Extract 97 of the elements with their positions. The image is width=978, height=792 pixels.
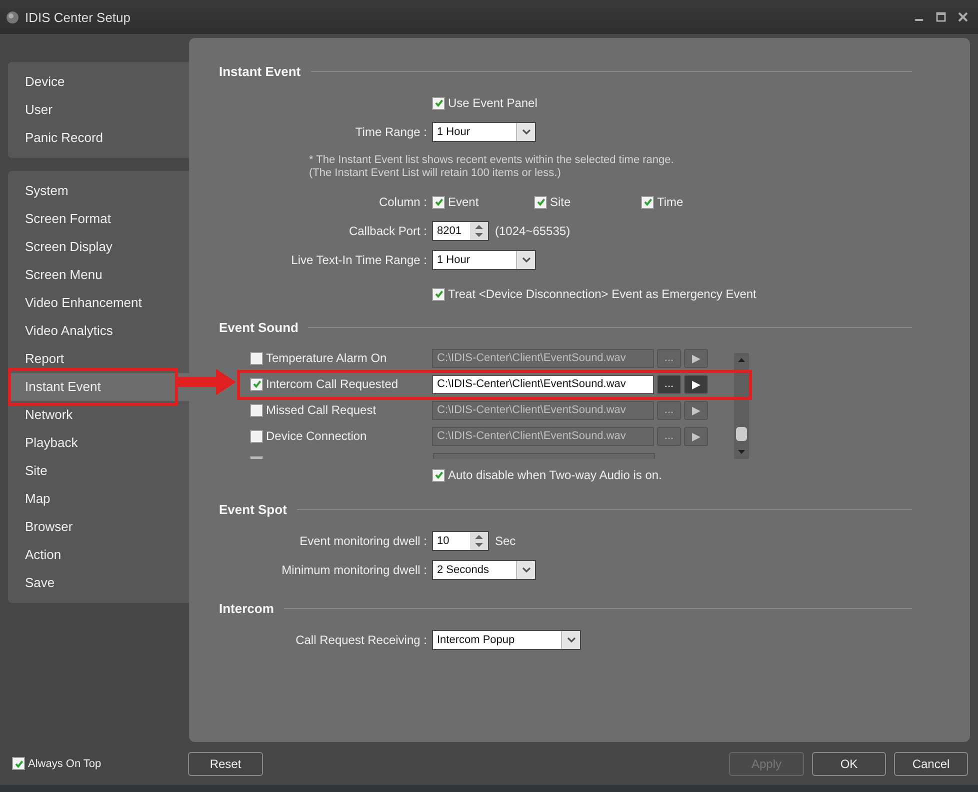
unit-text: Sec <box>495 534 516 548</box>
field-label: Live Text-In Time Range : <box>290 253 427 267</box>
checkbox[interactable] <box>641 196 654 208</box>
sidebar-item[interactable]: Save <box>8 575 189 591</box>
checkmark-icon <box>434 289 444 299</box>
section-title: Intercom <box>219 601 274 616</box>
event-sound-checkbox[interactable]: Temperature Alarm On <box>250 351 432 365</box>
checkmark-icon <box>642 197 652 207</box>
checkbox[interactable] <box>432 196 445 208</box>
dialog-button[interactable]: Reset <box>188 752 263 776</box>
checkbox[interactable] <box>250 430 263 442</box>
sidebar-item[interactable]: Instant Event <box>8 379 189 395</box>
live-text-in-dropdown[interactable]: 1 Hour <box>432 250 536 270</box>
checkmark-icon <box>434 470 444 480</box>
checkbox[interactable] <box>534 196 547 208</box>
scroll-thumb[interactable] <box>736 427 747 441</box>
sidebar-item[interactable]: Screen Display <box>8 239 189 255</box>
chevron-down-icon <box>522 567 530 573</box>
event-sound-checkbox[interactable]: Device Connection <box>250 429 432 443</box>
checkbox[interactable] <box>432 468 445 482</box>
dwell-spinbox[interactable]: 10 <box>432 531 489 551</box>
field-label: Minimum monitoring dwell : <box>280 563 427 577</box>
sound-path-field[interactable]: C:\IDIS-Center\Client\EventSound.wav <box>432 426 654 446</box>
scroll-down-icon[interactable] <box>737 449 746 455</box>
always-on-top-checkbox[interactable]: Always On Top <box>12 757 180 770</box>
use-event-panel-checkbox[interactable]: Use Event Panel <box>432 96 538 110</box>
sidebar-item[interactable]: Playback <box>8 435 189 451</box>
sidebar-item[interactable]: Video Analytics <box>8 323 189 339</box>
close-icon[interactable] <box>958 12 968 22</box>
note-text: * The Instant Event list shows recent events within the selected time range. <box>309 154 675 167</box>
field-label: Column : <box>378 195 427 209</box>
browse-button[interactable]: ... <box>657 348 681 368</box>
sidebar-item[interactable]: User <box>8 102 189 118</box>
column-checkbox[interactable]: Time <box>641 195 743 209</box>
note-text: (The Instant Event List will retain 100 items or less.) <box>309 167 562 180</box>
section-title: Event Spot <box>219 502 287 517</box>
callback-port-spinbox[interactable]: 8201 <box>432 221 489 241</box>
column-checkbox[interactable]: Event <box>432 195 534 209</box>
port-range-text: (1024~65535) <box>495 224 570 238</box>
play-button[interactable]: ▶ <box>684 348 708 368</box>
checkmark-icon <box>14 758 24 768</box>
sidebar-item[interactable]: Site <box>8 463 189 479</box>
section-title: Instant Event <box>219 64 301 79</box>
browse-button[interactable]: ... <box>657 374 681 394</box>
min-dwell-dropdown[interactable]: 2 Seconds <box>432 560 536 580</box>
play-button[interactable]: ▶ <box>684 400 708 420</box>
call-request-dropdown[interactable]: Intercom Popup <box>432 630 581 650</box>
sidebar-item[interactable]: Device <box>8 74 189 90</box>
dialog-button[interactable]: Cancel <box>894 752 968 776</box>
event-sound-checkbox[interactable]: Missed Call Request <box>250 403 432 417</box>
auto-disable-checkbox[interactable]: Auto disable when Two-way Audio is on. <box>432 468 662 482</box>
checkmark-icon <box>536 197 546 207</box>
checkbox[interactable] <box>250 352 263 364</box>
checkbox[interactable] <box>12 757 25 770</box>
play-button[interactable]: ▶ <box>684 374 708 394</box>
checkbox[interactable] <box>432 288 445 300</box>
checkmark-icon <box>252 379 262 389</box>
sidebar-item[interactable]: Screen Format <box>8 211 189 227</box>
window-title: IDIS Center Setup <box>25 10 130 24</box>
checkbox[interactable] <box>250 378 263 390</box>
scrollbar[interactable] <box>734 353 749 459</box>
dialog-button[interactable]: OK <box>812 752 886 776</box>
section-title: Event Sound <box>219 320 298 335</box>
checkbox[interactable] <box>432 96 445 110</box>
sidebar-item[interactable]: Report <box>8 351 189 367</box>
globe-icon <box>6 10 19 24</box>
chevron-down-icon <box>522 257 530 263</box>
checkbox[interactable] <box>250 404 263 416</box>
sidebar-item[interactable]: Network <box>8 407 189 423</box>
sidebar-item[interactable]: Panic Record <box>8 130 189 146</box>
field-label: Call Request Receiving : <box>294 633 427 647</box>
sidebar-item[interactable]: Browser <box>8 519 189 535</box>
chevron-down-icon <box>566 637 576 643</box>
checkmark-icon <box>434 197 444 207</box>
field-label: Callback Port : <box>348 224 427 238</box>
sidebar-item[interactable]: Screen Menu <box>8 267 189 283</box>
play-button[interactable]: ▶ <box>684 426 708 446</box>
sidebar-item[interactable]: Action <box>8 547 189 563</box>
treat-disconnection-checkbox[interactable]: Treat <Device Disconnection> Event as Emergency Event <box>432 287 756 301</box>
sound-path-field[interactable]: C:\IDIS-Center\Client\EventSound.wav <box>432 348 654 368</box>
arrow-annotation <box>176 367 238 397</box>
browse-button[interactable]: ... <box>657 400 681 420</box>
sound-path-field[interactable]: C:\IDIS-Center\Client\EventSound.wav <box>432 374 654 394</box>
maximize-icon[interactable] <box>936 12 946 22</box>
event-sound-checkbox[interactable]: Intercom Call Requested <box>250 377 432 391</box>
sidebar-item[interactable]: Video Enhancement <box>8 295 189 311</box>
time-range-dropdown[interactable]: 1 Hour <box>432 122 536 142</box>
checkmark-icon <box>434 98 444 108</box>
sound-path-field[interactable]: C:\IDIS-Center\Client\EventSound.wav <box>432 400 654 420</box>
sidebar-item[interactable]: Map <box>8 491 189 507</box>
field-label: Time Range : <box>354 125 427 139</box>
field-label: Event monitoring dwell : <box>298 534 427 548</box>
scroll-up-icon[interactable] <box>737 357 746 363</box>
column-checkbox[interactable]: Site <box>534 195 641 209</box>
sidebar-item[interactable]: System <box>8 183 189 199</box>
chevron-down-icon <box>522 129 530 135</box>
browse-button[interactable]: ... <box>657 426 681 446</box>
